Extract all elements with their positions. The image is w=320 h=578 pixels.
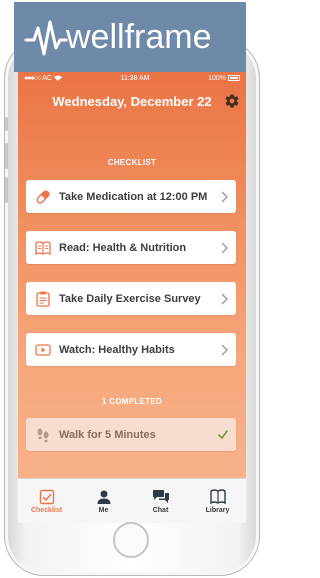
- date-title: Wednesday, December 22: [52, 93, 212, 109]
- checkbox-icon: [39, 489, 54, 504]
- completed-section-title: 1 COMPLETED: [101, 397, 163, 406]
- person-icon: [97, 490, 110, 504]
- tab-label: Library: [205, 506, 230, 514]
- logo-text: wellframe: [65, 18, 211, 56]
- checklist-item-label: Take Medication at 12:00 PM: [59, 190, 208, 203]
- tab-library[interactable]: Library: [189, 479, 246, 523]
- chevron-right-icon: [221, 344, 228, 355]
- status-right: 100%: [208, 75, 240, 82]
- status-left: ●●●○○ AC: [24, 75, 62, 82]
- clipboard-icon: [34, 291, 52, 307]
- video-icon: [34, 342, 52, 358]
- wellframe-logo: wellframe: [14, 2, 246, 72]
- signal-icon: ●●●○○: [24, 74, 41, 82]
- checklist-item-read[interactable]: Read: Health & Nutrition: [26, 231, 236, 264]
- tab-checklist[interactable]: Checklist: [18, 479, 75, 523]
- app-screen: ●●●○○ AC 11:38 AM 100% Wednesday, Decemb…: [18, 71, 246, 523]
- chat-icon: [152, 489, 169, 503]
- date-header: Wednesday, December 22: [18, 89, 246, 113]
- completed-item-label: Walk for 5 Minutes: [59, 428, 156, 441]
- checklist-item-label: Take Daily Exercise Survey: [59, 292, 201, 305]
- book-icon: [34, 240, 52, 256]
- book-icon: [209, 488, 226, 504]
- checklist-item-label: Watch: Healthy Habits: [59, 343, 175, 356]
- checklist-section-title: CHECKLIST: [107, 158, 157, 167]
- tab-label: Me: [98, 506, 109, 514]
- footsteps-icon: [34, 427, 52, 443]
- tab-chat[interactable]: Chat: [132, 479, 189, 523]
- completed-item-walk[interactable]: Walk for 5 Minutes: [26, 418, 236, 451]
- tab-label: Chat: [152, 506, 169, 514]
- tab-me[interactable]: Me: [75, 479, 132, 523]
- chevron-right-icon: [221, 191, 228, 202]
- checklist-item-survey[interactable]: Take Daily Exercise Survey: [26, 282, 236, 315]
- home-button[interactable]: [113, 522, 149, 558]
- checkmark-icon: [218, 430, 228, 439]
- tab-label: Checklist: [30, 506, 63, 514]
- status-time: 11:38 AM: [120, 74, 150, 82]
- carrier-label: AC: [42, 74, 52, 82]
- pill-icon: [34, 189, 52, 205]
- wifi-icon: [53, 75, 62, 81]
- status-bar: ●●●○○ AC 11:38 AM 100%: [18, 71, 246, 85]
- mute-switch: [5, 117, 8, 131]
- battery-icon: [228, 75, 240, 81]
- battery-percent: 100%: [208, 74, 226, 82]
- checklist-item-medication[interactable]: Take Medication at 12:00 PM: [26, 180, 236, 213]
- checklist-item-watch[interactable]: Watch: Healthy Habits: [26, 333, 236, 366]
- gear-icon[interactable]: [224, 93, 240, 109]
- volume-up-button: [5, 143, 8, 169]
- checklist-item-label: Read: Health & Nutrition: [59, 241, 187, 254]
- volume-down-button: [5, 177, 8, 203]
- chevron-right-icon: [221, 293, 228, 304]
- chevron-right-icon: [221, 242, 228, 253]
- tab-bar: Checklist Me Chat Library: [18, 478, 246, 523]
- wellframe-wordmark: wellframe: [24, 18, 211, 56]
